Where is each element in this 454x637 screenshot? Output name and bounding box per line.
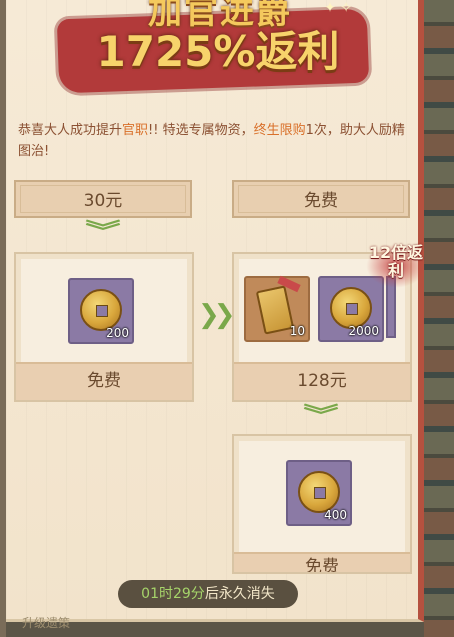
rebate-badge: 12倍返利 [366, 244, 426, 288]
sparkle-icon: ✦ ✧ [324, 0, 352, 16]
left-top-price-label: 30元 [83, 191, 123, 211]
right-top-price-label: 免费 [304, 191, 338, 211]
bottom-obscured-text: 升级遗策 [22, 616, 71, 630]
title-banner: 加官进爵 1725%返利 ✦ ✧ [56, 0, 370, 96]
bottom-price-button[interactable]: 免费 [234, 552, 410, 572]
left-item-qty: 200 [106, 326, 129, 340]
countdown-timer: 01时29分后永久消失 [118, 580, 298, 608]
right-bottom-price-label: 128元 [297, 371, 347, 391]
banner-main-title: 1725%返利 [96, 27, 340, 76]
intro-part-1: 恭喜大人成功提升 [18, 123, 123, 138]
bottom-price-label: 免费 [305, 557, 339, 572]
down-arrow-icon: ︾ [85, 220, 121, 245]
copper-coin-icon [330, 287, 372, 329]
right-top-price-button[interactable]: 免费 [232, 180, 410, 218]
intro-text: 恭喜大人成功提升官职!! 特选专属物资，终生限购1次，助大人励精图治! [18, 120, 414, 162]
right-item-1-qty: 10 [289, 324, 305, 338]
gold-token-icon [255, 285, 295, 335]
bottom-item-qty: 400 [324, 508, 347, 522]
down-arrow-icon: ︾ [303, 404, 339, 429]
left-bottom-price-button[interactable]: 免费 [16, 362, 192, 400]
right-arrow-icon: ❯❯ [198, 300, 235, 330]
right-bottom-price-button[interactable]: 128元 [234, 362, 410, 400]
left-bottom-price-label: 免费 [87, 371, 121, 391]
right-item-slot-1[interactable]: 10 [244, 275, 310, 342]
intro-part-2: !! 特选专属物资， [148, 123, 254, 138]
intro-highlight-limit: 终生限购 [253, 123, 306, 138]
left-top-price-button[interactable]: 30元 [14, 180, 192, 218]
timer-value: 01时29分 [141, 586, 205, 602]
bottom-item-slot[interactable]: 400 [286, 460, 352, 526]
copper-coin-icon [80, 289, 122, 331]
bottom-offer-card[interactable]: 400 免费 [232, 434, 412, 574]
copper-coin-icon [298, 471, 340, 513]
intro-highlight-rank: 官职 [122, 123, 149, 138]
left-offer-card[interactable]: 200 免费 [14, 252, 194, 402]
right-background-strip [424, 0, 454, 637]
timer-suffix: 后永久消失 [204, 586, 275, 602]
left-item-slot[interactable]: 200 [68, 278, 134, 344]
right-item-2-qty: 2000 [348, 324, 379, 338]
